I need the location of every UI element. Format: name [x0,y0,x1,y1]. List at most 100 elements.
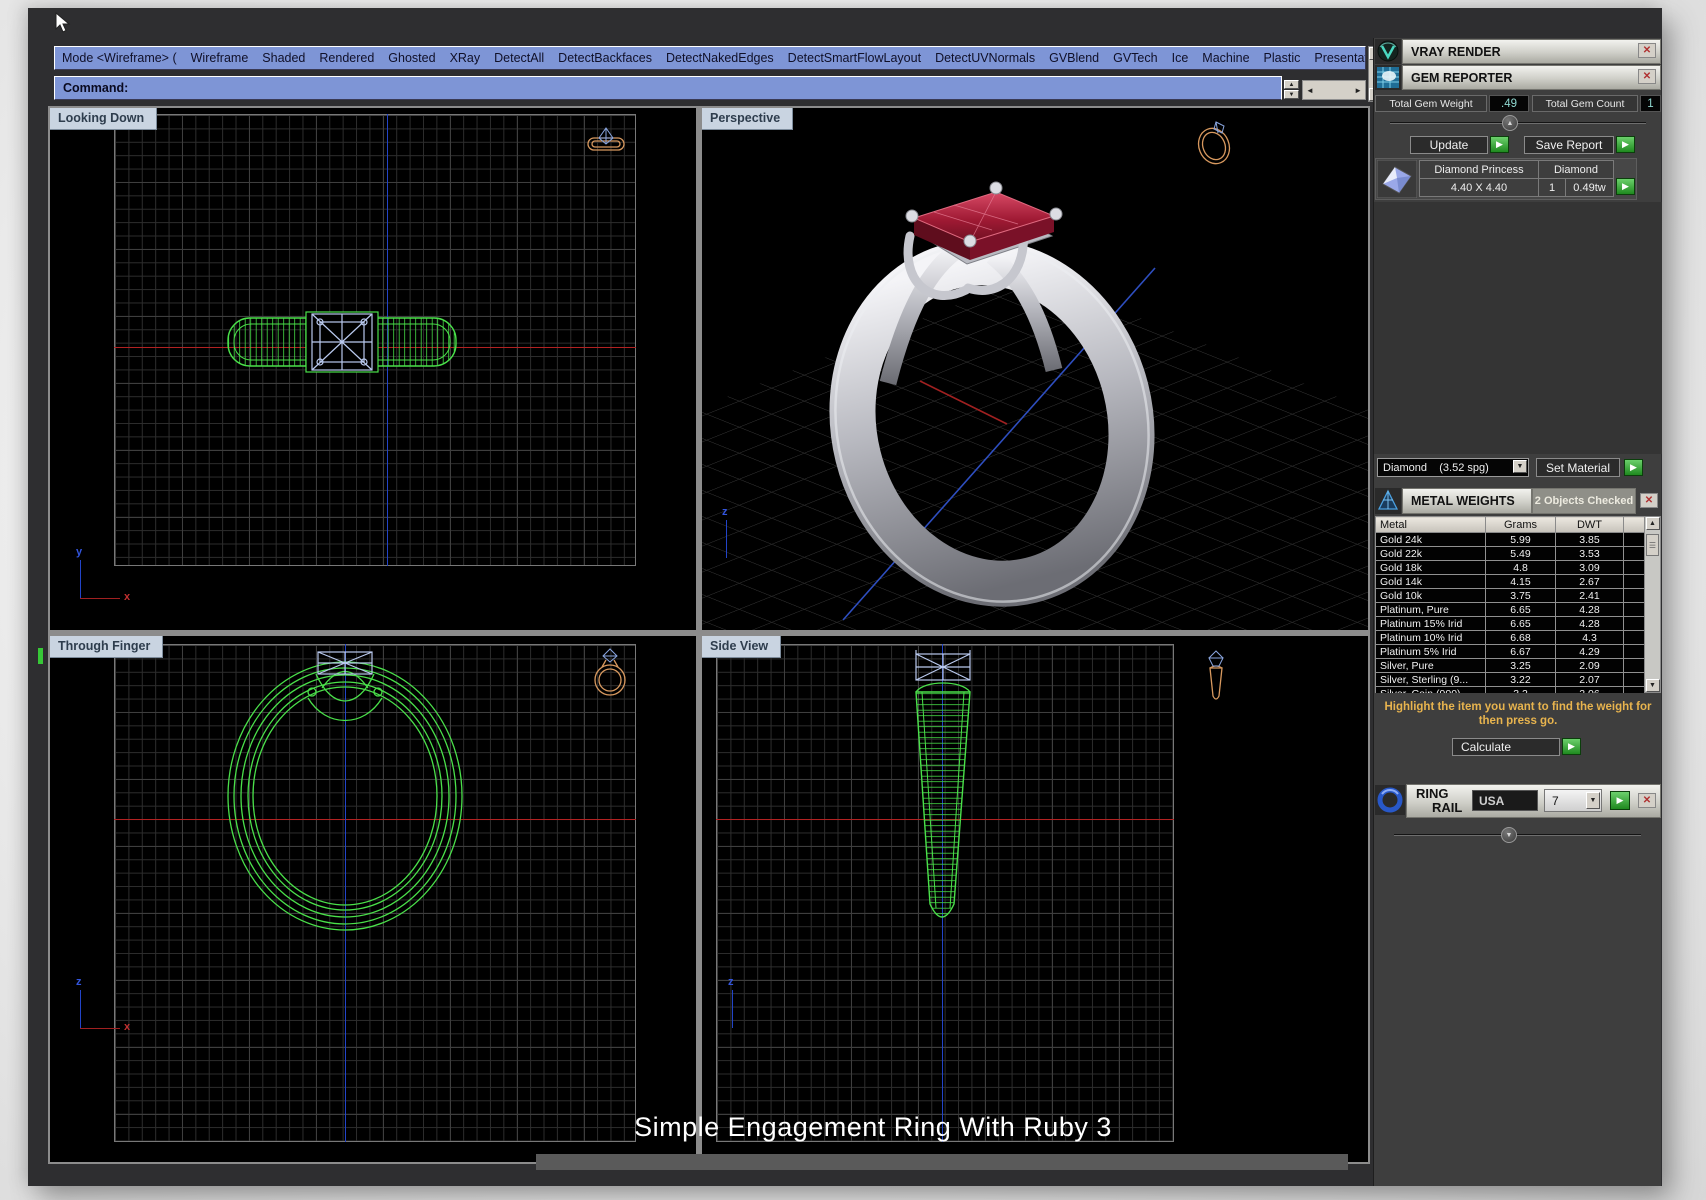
viewport-label[interactable]: Through Finger [50,636,164,658]
viewport-through-finger[interactable]: z x Through Finger [50,636,696,1162]
table-row[interactable]: Silver, Coin (900)3.22.06 [1375,686,1644,693]
gem-reporter-header[interactable]: GEM REPORTER [1402,65,1661,90]
menu-item[interactable]: Plastic [1264,51,1301,65]
ring-rail-slider-track[interactable] [1394,834,1641,836]
menu-item[interactable]: Ghosted [388,51,435,65]
calculate-button[interactable]: Calculate [1452,738,1560,756]
viewport-label[interactable]: Perspective [702,108,794,130]
table-row[interactable]: Gold 14k 4.15 2.67 [1375,574,1644,589]
col-grams[interactable]: Grams [1485,516,1556,533]
update-button[interactable]: Update [1410,136,1488,154]
vray-panel-header[interactable]: VRAY RENDER [1402,39,1661,64]
metal-weights-icon [1375,488,1401,514]
update-go-button[interactable]: ▶ [1490,136,1509,153]
table-row[interactable]: Platinum 15% Irid 6.65 4.28 [1375,616,1644,631]
save-report-go-button[interactable]: ▶ [1616,136,1635,153]
metal-weights-close-button[interactable]: ✕ [1640,493,1658,508]
metal-table-body: Gold 24k 5.99 3.85 Gold 22k 5.49 3.53 Gold 18k… [1375,532,1644,693]
table-row[interactable]: Silver, Sterling (9... 3.22 2.07 [1375,672,1644,687]
menu-bar: Mode <Wireframe> ( Wireframe Shaded Rendere… [54,46,1366,70]
ring-size-value: 7 [1552,793,1559,808]
table-scroll-up-icon[interactable]: ▲ [1645,517,1660,530]
viewport-label[interactable]: Looking Down [50,108,158,130]
viewport-looking-down[interactable]: y x Looking Down [50,108,696,630]
metal-weights-header[interactable]: METAL WEIGHTS [1402,488,1532,514]
menu-item[interactable]: DetectUVNormals [935,51,1035,65]
gem-reporter-close-button[interactable]: ✕ [1638,69,1656,84]
ring-render-perspective [702,181,1368,630]
gem-diamond-icon [1377,160,1417,198]
table-row[interactable]: Gold 24k 5.99 3.85 [1375,532,1644,547]
app-window: Mode <Wireframe> ( Wireframe Shaded Rendere… [28,8,1662,1186]
spin-down-icon[interactable]: ▼ [1284,90,1299,99]
command-scrollbar[interactable]: ◄ ► [1302,80,1366,100]
ring-rail-close-button[interactable]: ✕ [1638,793,1656,808]
menu-item[interactable]: DetectSmartFlowLayout [788,51,921,65]
ring-orientation-icon [1197,121,1231,165]
menu-item[interactable]: DetectAll [494,51,544,65]
table-scroll-thumb[interactable]: ☰ [1646,534,1659,556]
table-row[interactable]: Platinum 10% Irid 6.68 4.3 [1375,630,1644,645]
ring-size-select-arrow-icon[interactable]: ▼ [1586,792,1600,809]
scene-caption: Simple Engagement Ring With Ruby 3 [634,1112,1112,1142]
menu-item[interactable]: Rendered [319,51,374,65]
ring-rail-icon [1375,785,1405,815]
table-row[interactable]: Gold 22k 5.49 3.53 [1375,546,1644,561]
table-row[interactable]: Gold 10k 3.75 2.41 [1375,588,1644,603]
viewport-side-view[interactable]: z Side View [702,636,1368,1162]
ring-rail-title-bottom: RAIL [1432,800,1463,815]
scroll-left-icon[interactable]: ◄ [1306,86,1314,95]
menu-item[interactable]: DetectNakedEdges [666,51,774,65]
ring-wireframe-front [227,651,463,931]
menu-item[interactable]: XRay [450,51,481,65]
set-material-go-button[interactable]: ▶ [1624,459,1643,476]
menu-item[interactable]: Mode <Wireframe> ( [62,51,177,65]
calculate-go-button[interactable]: ▶ [1562,738,1581,755]
set-material-button[interactable]: Set Material [1536,458,1620,477]
spin-up-icon[interactable]: ▲ [1284,80,1299,89]
ring-standard-value: USA [1479,793,1505,808]
axis-horizontal-label: x [124,1021,131,1033]
table-scroll-down-icon[interactable]: ▼ [1645,679,1660,692]
metal-table-scrollbar[interactable]: ▲ ☰ ▼ [1644,516,1661,693]
gem-slider-track[interactable] [1390,122,1646,124]
menu-item[interactable]: Shaded [262,51,305,65]
command-spinner[interactable]: ▲ ▼ [1284,80,1299,100]
menu-item[interactable]: Ice [1172,51,1189,65]
vray-close-button[interactable]: ✕ [1638,43,1656,58]
menu-item[interactable]: Machine [1202,51,1249,65]
menu-item[interactable]: GVBlend [1049,51,1099,65]
ring-wireframe-side [915,650,971,918]
material-select-arrow-icon[interactable]: ▼ [1513,460,1527,473]
gem-slider-thumb[interactable]: ▲ [1502,115,1518,131]
col-metal[interactable]: Metal [1375,516,1486,533]
viewport-label[interactable]: Side View [702,636,782,658]
axis-vertical-label: y [76,546,83,558]
material-select[interactable]: Diamond (3.52 spg) [1377,458,1529,477]
table-row[interactable]: Platinum 5% Irid 6.67 4.29 [1375,644,1644,659]
ring-rail-go-button[interactable]: ▶ [1610,791,1630,810]
table-row[interactable]: Gold 18k 4.8 3.09 [1375,560,1644,575]
command-bar[interactable]: Command: [54,76,1282,100]
gem-size-cell: 4.40 X 4.40 [1419,178,1539,197]
menu-item[interactable]: Wireframe [191,51,249,65]
ring-orientation-icon [1208,650,1224,700]
axis-vertical-label: z [722,506,728,518]
viewport-perspective[interactable]: z Perspective [702,108,1368,630]
metal-weights-status: 2 Objects Checked [1532,488,1636,514]
gem-row-go-button[interactable]: ▶ [1616,178,1635,195]
col-dwt[interactable]: DWT [1555,516,1624,533]
note-line-1: Highlight the item you want to find the … [1384,701,1652,713]
table-row[interactable]: Platinum, Pure 6.65 4.28 [1375,602,1644,617]
ring-standard-field[interactable]: USA [1472,790,1538,811]
table-row[interactable]: Silver, Pure 3.25 2.09 [1375,658,1644,673]
menu-item[interactable]: GVTech [1113,51,1157,65]
save-report-button[interactable]: Save Report [1524,136,1614,154]
scroll-right-icon[interactable]: ► [1354,86,1362,95]
menu-item[interactable]: Presentation [1314,51,1365,65]
ring-rail-title-top: RING [1416,786,1449,801]
menu-item[interactable]: DetectBackfaces [558,51,652,65]
axis-horizontal-label: x [124,591,131,603]
axis-vertical-label: z [76,976,82,988]
ring-rail-slider-thumb[interactable]: ▼ [1501,827,1517,843]
